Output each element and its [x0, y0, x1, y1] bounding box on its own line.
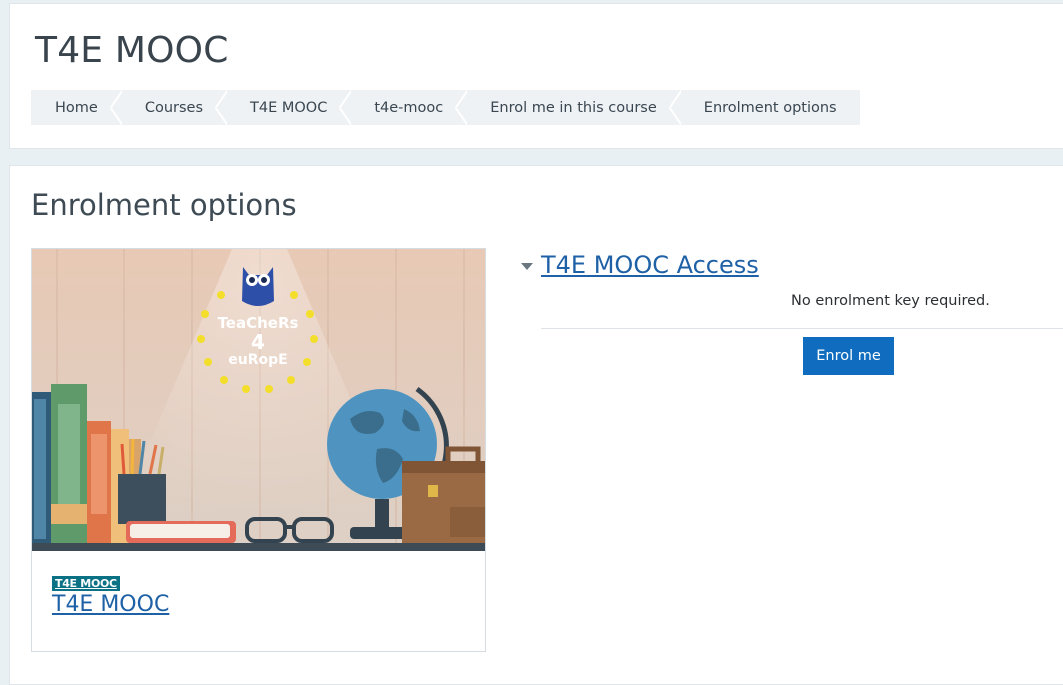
enrol-method-title[interactable]: T4E MOOC Access — [541, 251, 759, 279]
enrol-method-section: T4E MOOC Access No enrolment key require… — [518, 248, 1063, 378]
image-logo-text-2: 4 — [251, 330, 265, 354]
breadcrumb-home[interactable]: Home — [31, 90, 122, 125]
page-header-title: T4E MOOC — [35, 30, 229, 71]
enrol-key-note: No enrolment key required. — [791, 293, 990, 309]
breadcrumb-current: Enrolment options — [703, 99, 837, 116]
course-card: TeaCheRs 4 euRopE T4E MOOC T4E MOOC — [31, 248, 486, 652]
course-image: TeaCheRs 4 euRopE — [32, 249, 485, 551]
breadcrumb-enrol[interactable]: Enrol me in this course — [466, 90, 681, 125]
breadcrumb-section[interactable]: t4e-mooc — [350, 90, 468, 125]
course-name-link[interactable]: T4E MOOC — [52, 592, 169, 617]
enrol-me-button[interactable]: Enrol me — [803, 337, 894, 375]
breadcrumb: Home Courses T4E MOOC t4e-mooc Enrol me … — [31, 90, 860, 125]
breadcrumb-course[interactable]: T4E MOOC — [226, 90, 352, 125]
collapse-caret-icon[interactable] — [521, 263, 533, 270]
breadcrumb-courses[interactable]: Courses — [121, 90, 228, 125]
divider — [541, 328, 1063, 329]
main-content: Enrolment options TeaCheRs 4 euRopE T4E … — [9, 165, 1063, 685]
course-category-tag[interactable]: T4E MOOC — [52, 576, 120, 591]
image-logo-text-3: euRopE — [228, 352, 287, 368]
page-header: T4E MOOC Home Courses T4E MOOC t4e-mooc … — [9, 3, 1063, 149]
main-title: Enrolment options — [31, 188, 297, 222]
